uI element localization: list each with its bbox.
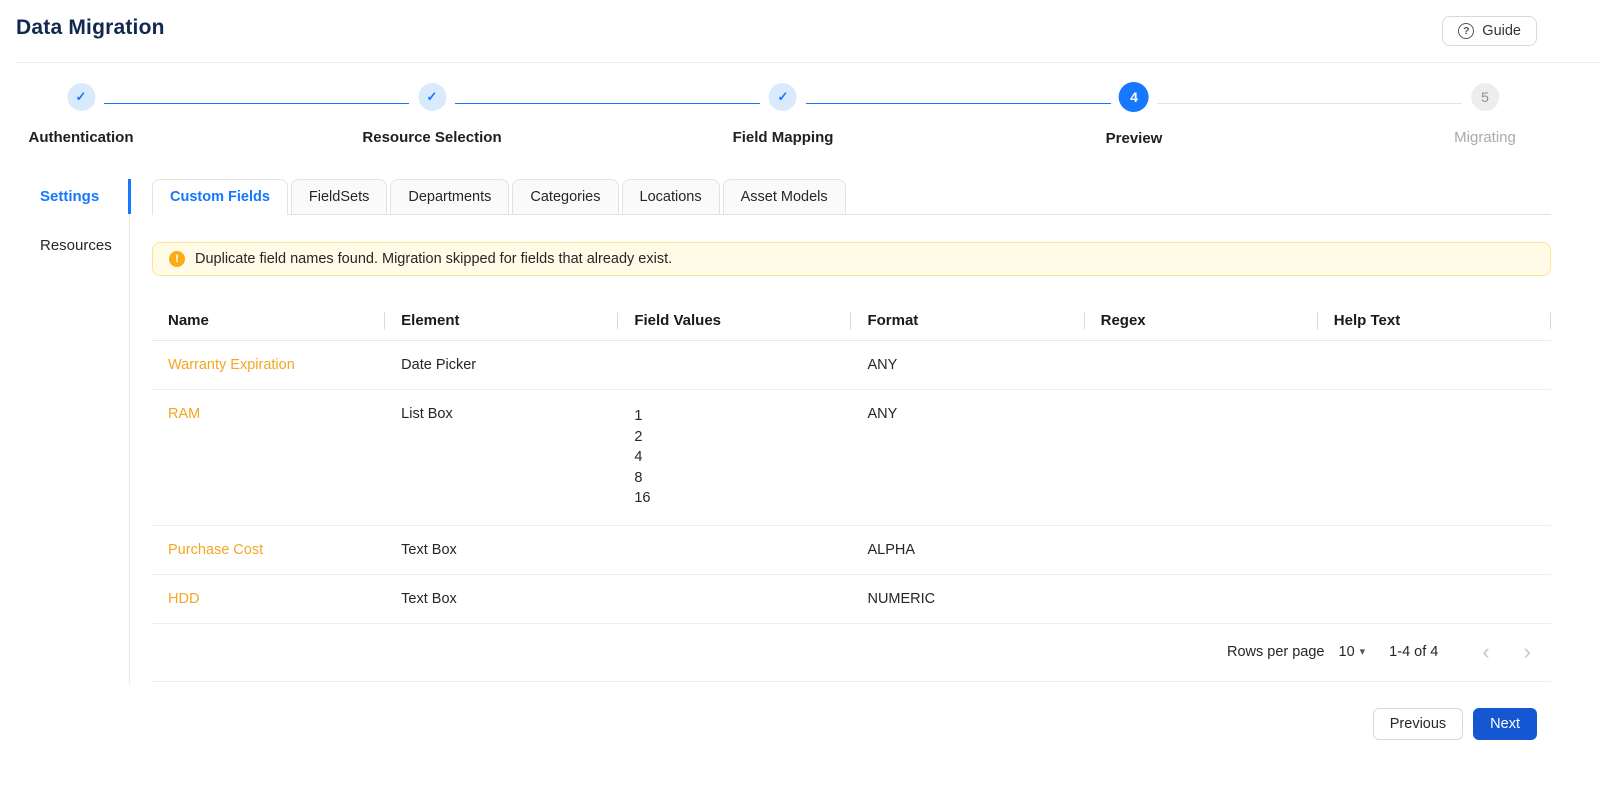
warning-message: Duplicate field names found. Migration s…: [195, 251, 673, 267]
step-connector: [1157, 103, 1462, 104]
tab-asset-models[interactable]: Asset Models: [722, 179, 846, 214]
field-values-cell: [618, 574, 852, 624]
field-values-cell: [618, 525, 852, 575]
check-icon: ✓: [777, 89, 789, 104]
rows-per-page-label: Rows per page: [1226, 643, 1325, 660]
tab-categories[interactable]: Categories: [512, 179, 619, 214]
stepper-step-preview: 4 Preview: [1105, 82, 1163, 147]
footer-actions: Previous Next: [0, 684, 1616, 740]
field-name-link[interactable]: Purchase Cost: [168, 542, 263, 558]
custom-fields-table: Name Element Field Values Format Regex H…: [152, 301, 1551, 624]
step-connector: [806, 103, 1111, 104]
field-name-link[interactable]: RAM: [168, 406, 200, 422]
regex-cell: [1084, 525, 1318, 575]
warning-icon: !: [169, 251, 185, 267]
pagination-bar: Rows per page 10 ▾ 1-4 of 4 ‹ ›: [152, 624, 1551, 682]
element-cell: Text Box: [385, 574, 619, 624]
help-text-cell: [1317, 525, 1551, 575]
field-value: 1: [634, 408, 643, 424]
column-header-name: Name: [152, 301, 386, 341]
previous-button[interactable]: Previous: [1372, 708, 1464, 740]
stepper: ✓ Authentication ✓ Resource Selection ✓ …: [0, 75, 1616, 157]
step-label: Resource Selection: [362, 129, 502, 146]
step-check-icon[interactable]: ✓: [768, 83, 797, 111]
guide-button[interactable]: ? Guide: [1442, 16, 1537, 46]
step-check-icon[interactable]: ✓: [418, 83, 446, 111]
question-circle-icon: ?: [1458, 23, 1475, 39]
field-name-link[interactable]: HDD: [168, 591, 199, 607]
rows-per-page-select[interactable]: 10 ▾: [1339, 644, 1366, 660]
check-icon: ✓: [426, 89, 438, 104]
stepper-step-resource-selection: ✓ Resource Selection: [362, 83, 502, 146]
field-name-link[interactable]: Warranty Expiration: [168, 357, 295, 373]
element-cell: Date Picker: [385, 340, 619, 390]
tab-locations[interactable]: Locations: [621, 179, 720, 214]
stepper-step-field-mapping: ✓ Field Mapping: [732, 83, 834, 146]
column-header-help-text: Help Text: [1317, 301, 1551, 341]
step-number-active[interactable]: 4: [1119, 82, 1149, 112]
step-label: Authentication: [28, 129, 134, 146]
help-text-cell: [1317, 340, 1551, 390]
format-cell: ANY: [851, 340, 1085, 390]
field-value: 4: [634, 449, 643, 466]
warning-banner: ! Duplicate field names found. Migration…: [152, 242, 1551, 276]
element-cell: Text Box: [385, 525, 619, 575]
step-check-icon[interactable]: ✓: [67, 83, 95, 111]
next-button[interactable]: Next: [1473, 708, 1537, 740]
table-header-row: Name Element Field Values Format Regex H…: [152, 301, 1551, 341]
table-row: HDD Text Box NUMERIC: [152, 574, 1551, 624]
format-cell: NUMERIC: [851, 574, 1085, 624]
table-row: Warranty Expiration Date Picker ANY: [152, 340, 1551, 390]
step-label: Field Mapping: [732, 129, 834, 146]
rows-per-page-value: 10: [1338, 643, 1355, 660]
column-header-format: Format: [851, 301, 1085, 341]
tab-fieldsets[interactable]: FieldSets: [290, 179, 388, 214]
field-values-cell: 1 2 4 8 16: [618, 389, 852, 526]
content-area: Settings Resources Custom Fields FieldSe…: [0, 179, 1616, 684]
stepper-step-migrating: 5 Migrating: [1454, 83, 1516, 146]
header-divider: [16, 62, 1600, 63]
tab-custom-fields[interactable]: Custom Fields: [152, 179, 288, 215]
top-bar: Data Migration ? Guide: [0, 0, 1616, 46]
table-row: RAM List Box 1 2 4 8 16 ANY: [152, 389, 1551, 526]
sidebar-item-settings[interactable]: Settings: [0, 179, 131, 214]
step-label: Preview: [1105, 130, 1163, 147]
check-icon: ✓: [75, 89, 87, 104]
field-values-cell: [618, 340, 852, 390]
step-label: Migrating: [1454, 129, 1516, 146]
step-number-pending: 5: [1470, 83, 1499, 111]
guide-button-label: Guide: [1482, 23, 1521, 39]
tab-bar: Custom Fields FieldSets Departments Cate…: [152, 179, 1551, 215]
chevron-left-icon[interactable]: ‹: [1478, 640, 1493, 663]
field-value: 16: [634, 490, 651, 507]
format-cell: ALPHA: [851, 525, 1085, 575]
format-cell: ANY: [851, 389, 1085, 526]
sidebar: Settings Resources: [0, 179, 131, 684]
column-header-regex: Regex: [1084, 301, 1318, 341]
field-value: 2: [634, 428, 643, 445]
main-panel: Custom Fields FieldSets Departments Cate…: [152, 179, 1551, 684]
pagination-range: 1-4 of 4: [1389, 643, 1439, 660]
stepper-step-authentication: ✓ Authentication: [29, 83, 134, 146]
column-header-field-values: Field Values: [618, 301, 852, 341]
caret-down-icon: ▾: [1359, 646, 1366, 659]
help-text-cell: [1317, 389, 1551, 526]
sidebar-item-resources[interactable]: Resources: [0, 228, 129, 263]
table-row: Purchase Cost Text Box ALPHA: [152, 525, 1551, 575]
regex-cell: [1084, 574, 1318, 624]
tab-departments[interactable]: Departments: [390, 179, 510, 214]
regex-cell: [1084, 389, 1318, 526]
regex-cell: [1084, 340, 1318, 390]
page-title: Data Migration: [16, 16, 165, 39]
element-cell: List Box: [385, 389, 619, 526]
chevron-right-icon[interactable]: ›: [1520, 640, 1535, 663]
column-header-element: Element: [385, 301, 619, 341]
field-value: 8: [634, 469, 643, 486]
help-text-cell: [1317, 574, 1551, 624]
